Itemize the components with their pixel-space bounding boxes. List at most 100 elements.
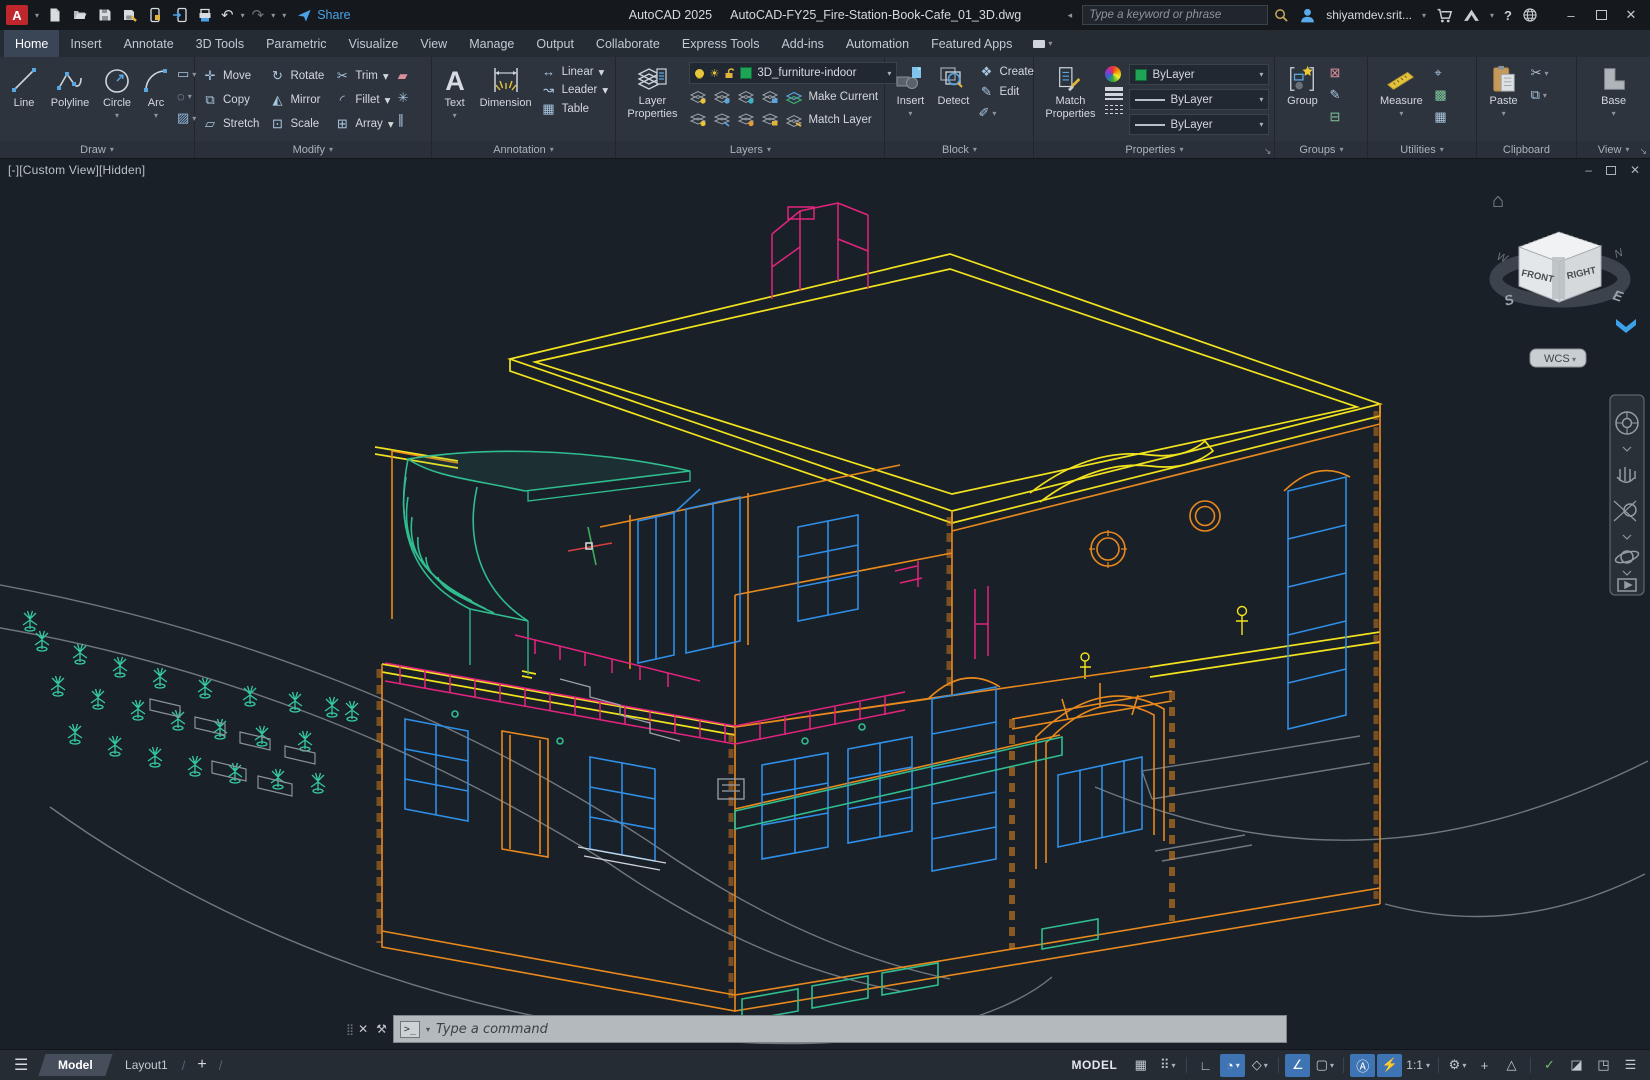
layer-on-off-icon[interactable] <box>689 113 707 127</box>
search-expand-icon[interactable]: ◂ <box>1068 10 1073 21</box>
command-input[interactable]: >_ ▾ Type a command <box>393 1015 1287 1043</box>
minimize-button[interactable]: – <box>1556 1 1586 29</box>
ellipse-button[interactable]: ◌▾ <box>177 87 196 105</box>
model-space-badge[interactable]: MODEL <box>1071 1058 1117 1072</box>
user-avatar-icon[interactable] <box>1299 7 1316 24</box>
save-as-icon[interactable] <box>121 6 139 24</box>
trim-button[interactable]: ✂Trim▾ <box>334 68 393 84</box>
panel-utilities-footer[interactable]: Utilities▾ <box>1368 141 1475 158</box>
layer-unlock-all-icon[interactable] <box>761 113 779 127</box>
command-line-customize-icon[interactable]: ⚒ <box>376 1022 387 1036</box>
graphics-performance-button[interactable]: ◪ <box>1564 1054 1589 1077</box>
object-snap-tracking-toggle[interactable]: ∠ <box>1285 1054 1310 1077</box>
array-button[interactable]: ⊞Array▾ <box>334 116 393 132</box>
layer-freeze-icon[interactable] <box>737 90 755 104</box>
save-to-mobile-icon[interactable] <box>171 6 189 24</box>
cut-button[interactable]: ✂▾ <box>1531 64 1549 82</box>
edit-attributes-button[interactable]: ✐▾ <box>978 104 1034 122</box>
tab-parametric[interactable]: Parametric <box>255 30 337 57</box>
viewcube-edge[interactable] <box>1552 257 1565 299</box>
tab-view[interactable]: View <box>409 30 458 57</box>
navigation-bar[interactable] <box>1610 395 1644 595</box>
layer-properties-button[interactable]: Layer Properties <box>623 62 681 120</box>
leader-button[interactable]: ↝Leader▾ <box>541 82 609 98</box>
panel-block-footer[interactable]: Block▾ <box>885 141 1033 158</box>
rotate-button[interactable]: ↻Rotate <box>269 68 324 84</box>
tab-output[interactable]: Output <box>525 30 585 57</box>
paste-button[interactable]: Paste ▾ <box>1484 62 1524 118</box>
table-button[interactable]: ▦Table <box>541 101 609 117</box>
annotation-scale-button[interactable]: 1:1▾ <box>1406 1058 1430 1072</box>
annotation-autoscale-toggle[interactable]: ⚡ <box>1377 1054 1402 1077</box>
share-button[interactable]: Share <box>297 8 350 23</box>
viewcube-menu-chevron-icon[interactable] <box>1616 319 1636 333</box>
autocad-logo-icon[interactable]: A <box>6 5 28 25</box>
autodesk-caret-icon[interactable]: ▾ <box>1490 11 1494 20</box>
tab-insert[interactable]: Insert <box>59 30 112 57</box>
viewcube[interactable]: ⌂ S E W N FRONT RIGHT <box>1492 190 1636 333</box>
open-from-mobile-icon[interactable] <box>146 6 164 24</box>
circle-button[interactable]: Circle ▾ <box>99 62 135 120</box>
stretch-button[interactable]: ▱Stretch <box>202 116 259 132</box>
hatch-button[interactable]: ▨▾ <box>177 109 196 127</box>
panel-layers-footer[interactable]: Layers▾ <box>616 141 884 158</box>
quick-measure-button[interactable]: ▩ <box>1434 86 1446 104</box>
help-icon[interactable]: ? <box>1504 8 1512 23</box>
layer-thaw-all-icon[interactable] <box>737 113 755 127</box>
panel-clipboard-footer[interactable]: Clipboard <box>1477 141 1577 158</box>
new-layout-button[interactable]: + <box>189 1056 214 1074</box>
undo-icon[interactable]: ↶ <box>221 8 234 23</box>
open-file-icon[interactable] <box>71 6 89 24</box>
panel-annotation-footer[interactable]: Annotation▾ <box>432 141 616 158</box>
tab-3d-tools[interactable]: 3D Tools <box>185 30 255 57</box>
tab-featured-apps[interactable]: Featured Apps <box>920 30 1023 57</box>
tab-express-tools[interactable]: Express Tools <box>671 30 771 57</box>
ungroup-button[interactable]: ⊠ <box>1329 64 1340 82</box>
app-menu-caret-icon[interactable]: ▾ <box>35 11 39 20</box>
offset-button[interactable]: ∥ <box>398 111 409 129</box>
dimension-button[interactable]: Dimension <box>478 62 534 110</box>
redo-caret-icon[interactable]: ▾ <box>271 11 275 20</box>
erase-button[interactable]: ▰ <box>398 67 409 85</box>
lineweight-dropdown[interactable]: ByLayer ▾ <box>1129 89 1269 110</box>
qat-customize-icon[interactable]: ▾ <box>282 11 286 20</box>
scale-button[interactable]: ⊡Scale <box>269 116 324 132</box>
measure-button[interactable]: Measure ▾ <box>1375 62 1427 118</box>
ortho-toggle[interactable]: ∟ <box>1193 1054 1218 1077</box>
language-globe-icon[interactable] <box>1522 7 1538 23</box>
fillet-button[interactable]: ◜Fillet▾ <box>334 92 393 108</box>
drawing-minimize-button[interactable]: – <box>1585 163 1592 177</box>
model-space-canvas[interactable]: ⌂ S E W N FRONT RIGHT WCS ▾ <box>0 159 1650 1049</box>
tab-home[interactable]: Home <box>4 30 59 57</box>
object-snap-toggle[interactable]: ▢▾ <box>1312 1054 1337 1077</box>
text-button[interactable]: A Text ▾ <box>439 62 471 120</box>
group-edit-button[interactable]: ✎ <box>1329 86 1340 104</box>
panel-groups-footer[interactable]: Groups▾ <box>1275 141 1367 158</box>
line-button[interactable]: Line <box>7 62 41 110</box>
layer-isolate-icon[interactable] <box>713 90 731 104</box>
polyline-button[interactable]: Polyline <box>48 62 92 110</box>
undo-caret-icon[interactable]: ▾ <box>241 11 245 20</box>
tab-add-ins[interactable]: Add-ins <box>770 30 834 57</box>
group-button[interactable]: Group <box>1282 62 1322 108</box>
arc-button[interactable]: Arc ▾ <box>142 62 170 120</box>
create-block-button[interactable]: ❖Create <box>978 64 1034 80</box>
wcs-dropdown[interactable]: WCS ▾ <box>1530 349 1586 367</box>
properties-launcher-icon[interactable]: ↘ <box>1264 146 1272 157</box>
signed-in-user[interactable]: shiyamdev.srit... <box>1326 8 1412 22</box>
group-selection-button[interactable]: ⊟ <box>1329 108 1340 126</box>
plot-icon[interactable] <box>196 6 214 24</box>
command-line-close-icon[interactable]: ✕ <box>358 1022 368 1036</box>
rectangle-button[interactable]: ▭▾ <box>177 65 196 83</box>
match-layer-button[interactable]: Match Layer <box>785 113 871 127</box>
mirror-button[interactable]: ◭Mirror <box>269 92 324 108</box>
ribbon-display-toggle[interactable]: ▾ <box>1033 30 1052 57</box>
copy-clip-button[interactable]: ⧉▾ <box>1531 86 1549 104</box>
layer-lock-icon[interactable] <box>761 90 779 104</box>
tab-visualize[interactable]: Visualize <box>338 30 410 57</box>
make-current-button[interactable]: Make Current <box>785 90 878 104</box>
layer-unisolate-icon[interactable] <box>713 113 731 127</box>
clean-screen-toggle[interactable]: ◳ <box>1591 1054 1616 1077</box>
quick-calculator-button[interactable]: ▦ <box>1434 108 1446 126</box>
panel-properties-footer[interactable]: Properties▾ <box>1034 141 1274 158</box>
